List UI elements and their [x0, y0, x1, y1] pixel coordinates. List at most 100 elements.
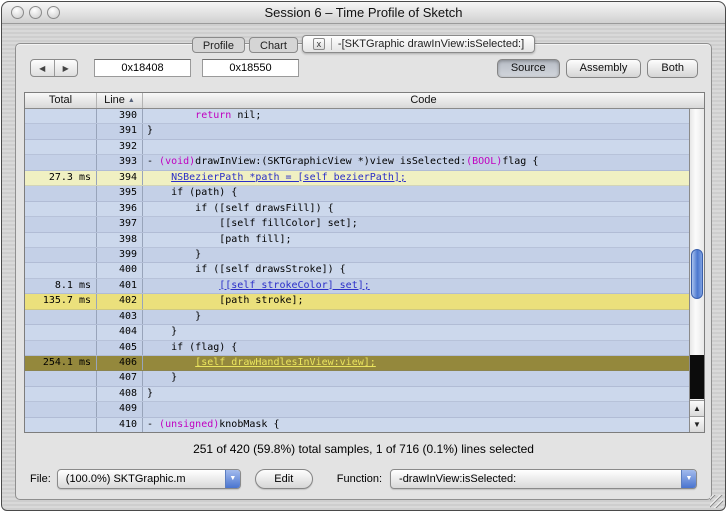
code-cell: if ([self drawsFill]) {: [195, 202, 334, 214]
total-cell: [25, 247, 97, 263]
tab-close-icon[interactable]: x: [312, 38, 325, 50]
table-row[interactable]: 395 if (path) {: [25, 186, 689, 202]
scrollbar-thumb[interactable]: [691, 249, 703, 299]
table-row[interactable]: 404 }: [25, 325, 689, 341]
vertical-scrollbar[interactable]: ▲ ▼: [689, 109, 704, 432]
code-cell: [self drawHandlesInView:view];: [143, 356, 689, 370]
content-panel: ◀ ▶ Source Assembly Both Total Line▲ Cod…: [15, 43, 712, 500]
table-row[interactable]: 391}: [25, 124, 689, 140]
line-number-cell: 395: [97, 186, 143, 201]
source-view-button[interactable]: Source: [496, 58, 560, 78]
code-link[interactable]: NSBezierPath *path = [self bezierPath];: [171, 172, 406, 183]
popup-arrow-icon: ▼: [224, 470, 240, 488]
table-row[interactable]: 27.3 ms 394 NSBezierPath *path = [self be…: [25, 170, 689, 187]
line-header-label: Line: [104, 94, 125, 106]
table-row[interactable]: 393 - (void)drawInView:(SKTGraphicView *)…: [25, 155, 689, 171]
scroll-down-button[interactable]: ▼: [690, 416, 704, 432]
line-number-cell: 402: [97, 294, 143, 309]
status-bar: 251 of 420 (59.8%) total samples, 1 of 7…: [193, 442, 534, 456]
zoom-button[interactable]: [47, 6, 60, 19]
line-number-cell: 401: [97, 278, 143, 294]
code-cell: }: [195, 310, 202, 322]
total-cell: [25, 386, 97, 402]
sort-ascending-icon: ▲: [127, 97, 135, 104]
code-cell: if ([self drawsStroke]) {: [195, 264, 346, 276]
total-cell: 8.1 ms: [25, 278, 97, 294]
function-popup[interactable]: -drawInView:isSelected: ▼: [390, 469, 697, 489]
table-row[interactable]: 392: [25, 139, 689, 156]
total-cell: [25, 417, 97, 432]
back-button[interactable]: ◀: [31, 60, 54, 76]
tab-divider: [330, 38, 332, 50]
table-row[interactable]: 403 }: [25, 309, 689, 326]
syntax-keyword: return: [195, 110, 232, 121]
resize-grip[interactable]: [710, 495, 723, 508]
code-cell: }: [147, 387, 154, 399]
total-cell: [25, 263, 97, 278]
table-row[interactable]: 400 if ([self drawsStroke]) {: [25, 263, 689, 279]
minimize-button[interactable]: [29, 6, 42, 19]
scrollbar-track[interactable]: [690, 109, 704, 400]
close-button[interactable]: [11, 6, 24, 19]
code-cell: [143, 140, 689, 154]
table-row[interactable]: 399 }: [25, 247, 689, 264]
table-body-wrap: 390 return nil; 391} 392 393- (void)drawInV…: [25, 109, 704, 432]
popup-arrow-icon: ▼: [681, 470, 696, 488]
code-cell: NSBezierPath *path = [self bezierPath];: [143, 171, 689, 185]
forward-button[interactable]: ▶: [55, 60, 78, 76]
code-cell: [[self fillColor] set];: [219, 218, 358, 230]
code-link[interactable]: [[self strokeColor] set];: [219, 280, 370, 291]
total-cell: [25, 402, 97, 417]
title-bar[interactable]: Session 6 – Time Profile of Sketch: [2, 2, 725, 24]
table-row[interactable]: 135.7 ms 402 [path stroke];: [25, 294, 689, 310]
address-end-field[interactable]: [202, 59, 299, 77]
column-header-total[interactable]: Total: [25, 93, 97, 108]
function-label: Function:: [336, 473, 383, 485]
line-number-cell: 398: [97, 232, 143, 247]
total-cell: [25, 217, 97, 232]
table-row[interactable]: 254.1 ms 406 [self drawHandlesInView:view…: [25, 356, 689, 372]
code-cell: - (void)drawInView:(SKTGraphicView *)vie…: [147, 156, 539, 168]
total-cell: [25, 201, 97, 217]
column-header-line[interactable]: Line ▲: [97, 93, 143, 108]
line-number-cell: 394: [97, 170, 143, 186]
edit-button[interactable]: Edit: [254, 469, 313, 489]
both-view-button[interactable]: Both: [647, 58, 698, 78]
column-header-code[interactable]: Code: [143, 93, 704, 108]
file-popup-value: (100.0%) SKTGraphic.m: [65, 473, 186, 485]
code-cell: }: [171, 326, 178, 338]
address-start-field[interactable]: [94, 59, 191, 77]
table-row[interactable]: 408}: [25, 386, 689, 403]
scrollbar-track-shadow: [690, 355, 704, 399]
total-cell: [25, 371, 97, 386]
table-row[interactable]: 407 }: [25, 371, 689, 387]
footer-controls: File: (100.0%) SKTGraphic.m ▼ Edit Funct…: [30, 468, 698, 490]
table-row[interactable]: 8.1 ms 401 [[self strokeColor] set];: [25, 278, 689, 295]
file-popup[interactable]: (100.0%) SKTGraphic.m ▼: [56, 469, 241, 489]
line-number-cell: 403: [97, 309, 143, 325]
tab-function[interactable]: x -[SKTGraphic drawInView:isSelected:]: [301, 35, 536, 53]
line-number-cell: 408: [97, 386, 143, 402]
tab-profile[interactable]: Profile: [191, 37, 245, 53]
file-label: File:: [30, 473, 51, 485]
line-number-cell: 396: [97, 201, 143, 217]
table-row[interactable]: 396 if ([self drawsFill]) {: [25, 201, 689, 218]
total-cell: [25, 139, 97, 155]
table-row[interactable]: 405 if (flag) {: [25, 340, 689, 356]
assembly-view-button[interactable]: Assembly: [565, 58, 642, 78]
line-number-cell: 400: [97, 263, 143, 278]
history-nav-control: ◀ ▶: [30, 59, 78, 77]
table-row[interactable]: 409: [25, 402, 689, 418]
line-number-cell: 399: [97, 247, 143, 263]
total-cell: [25, 325, 97, 340]
tab-function-label: -[SKTGraphic drawInView:isSelected:]: [337, 38, 525, 50]
table-row[interactable]: 398 [path fill];: [25, 232, 689, 248]
table-row[interactable]: 397 [[self fillColor] set];: [25, 217, 689, 233]
scroll-up-button[interactable]: ▲: [690, 400, 704, 416]
table-row[interactable]: 390 return nil;: [25, 109, 689, 125]
line-number-cell: 404: [97, 325, 143, 340]
code-cell: [[self strokeColor] set];: [143, 279, 689, 293]
code-link[interactable]: [self drawHandlesInView:view];: [195, 357, 376, 368]
table-row[interactable]: 410 - (unsigned)knobMask {: [25, 417, 689, 432]
tab-chart[interactable]: Chart: [249, 37, 298, 53]
